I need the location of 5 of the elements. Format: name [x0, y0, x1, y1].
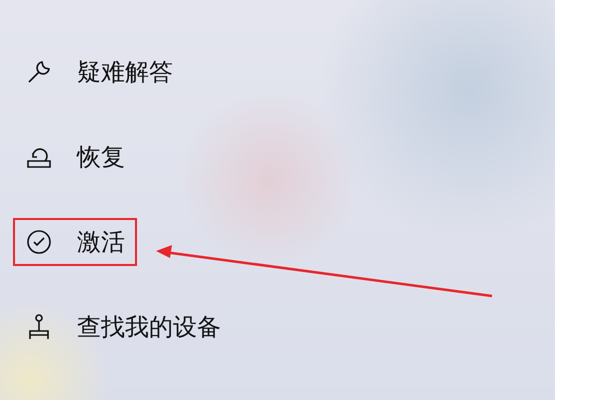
sidebar-item[interactable]: 激活 — [13, 218, 137, 266]
sidebar-item[interactable]: 查找我的设备 — [13, 303, 233, 351]
sidebar-item[interactable]: 疑难解答 — [13, 48, 185, 96]
sidebar-item[interactable]: 恢复 — [13, 133, 137, 181]
check-circle-icon — [25, 228, 53, 256]
